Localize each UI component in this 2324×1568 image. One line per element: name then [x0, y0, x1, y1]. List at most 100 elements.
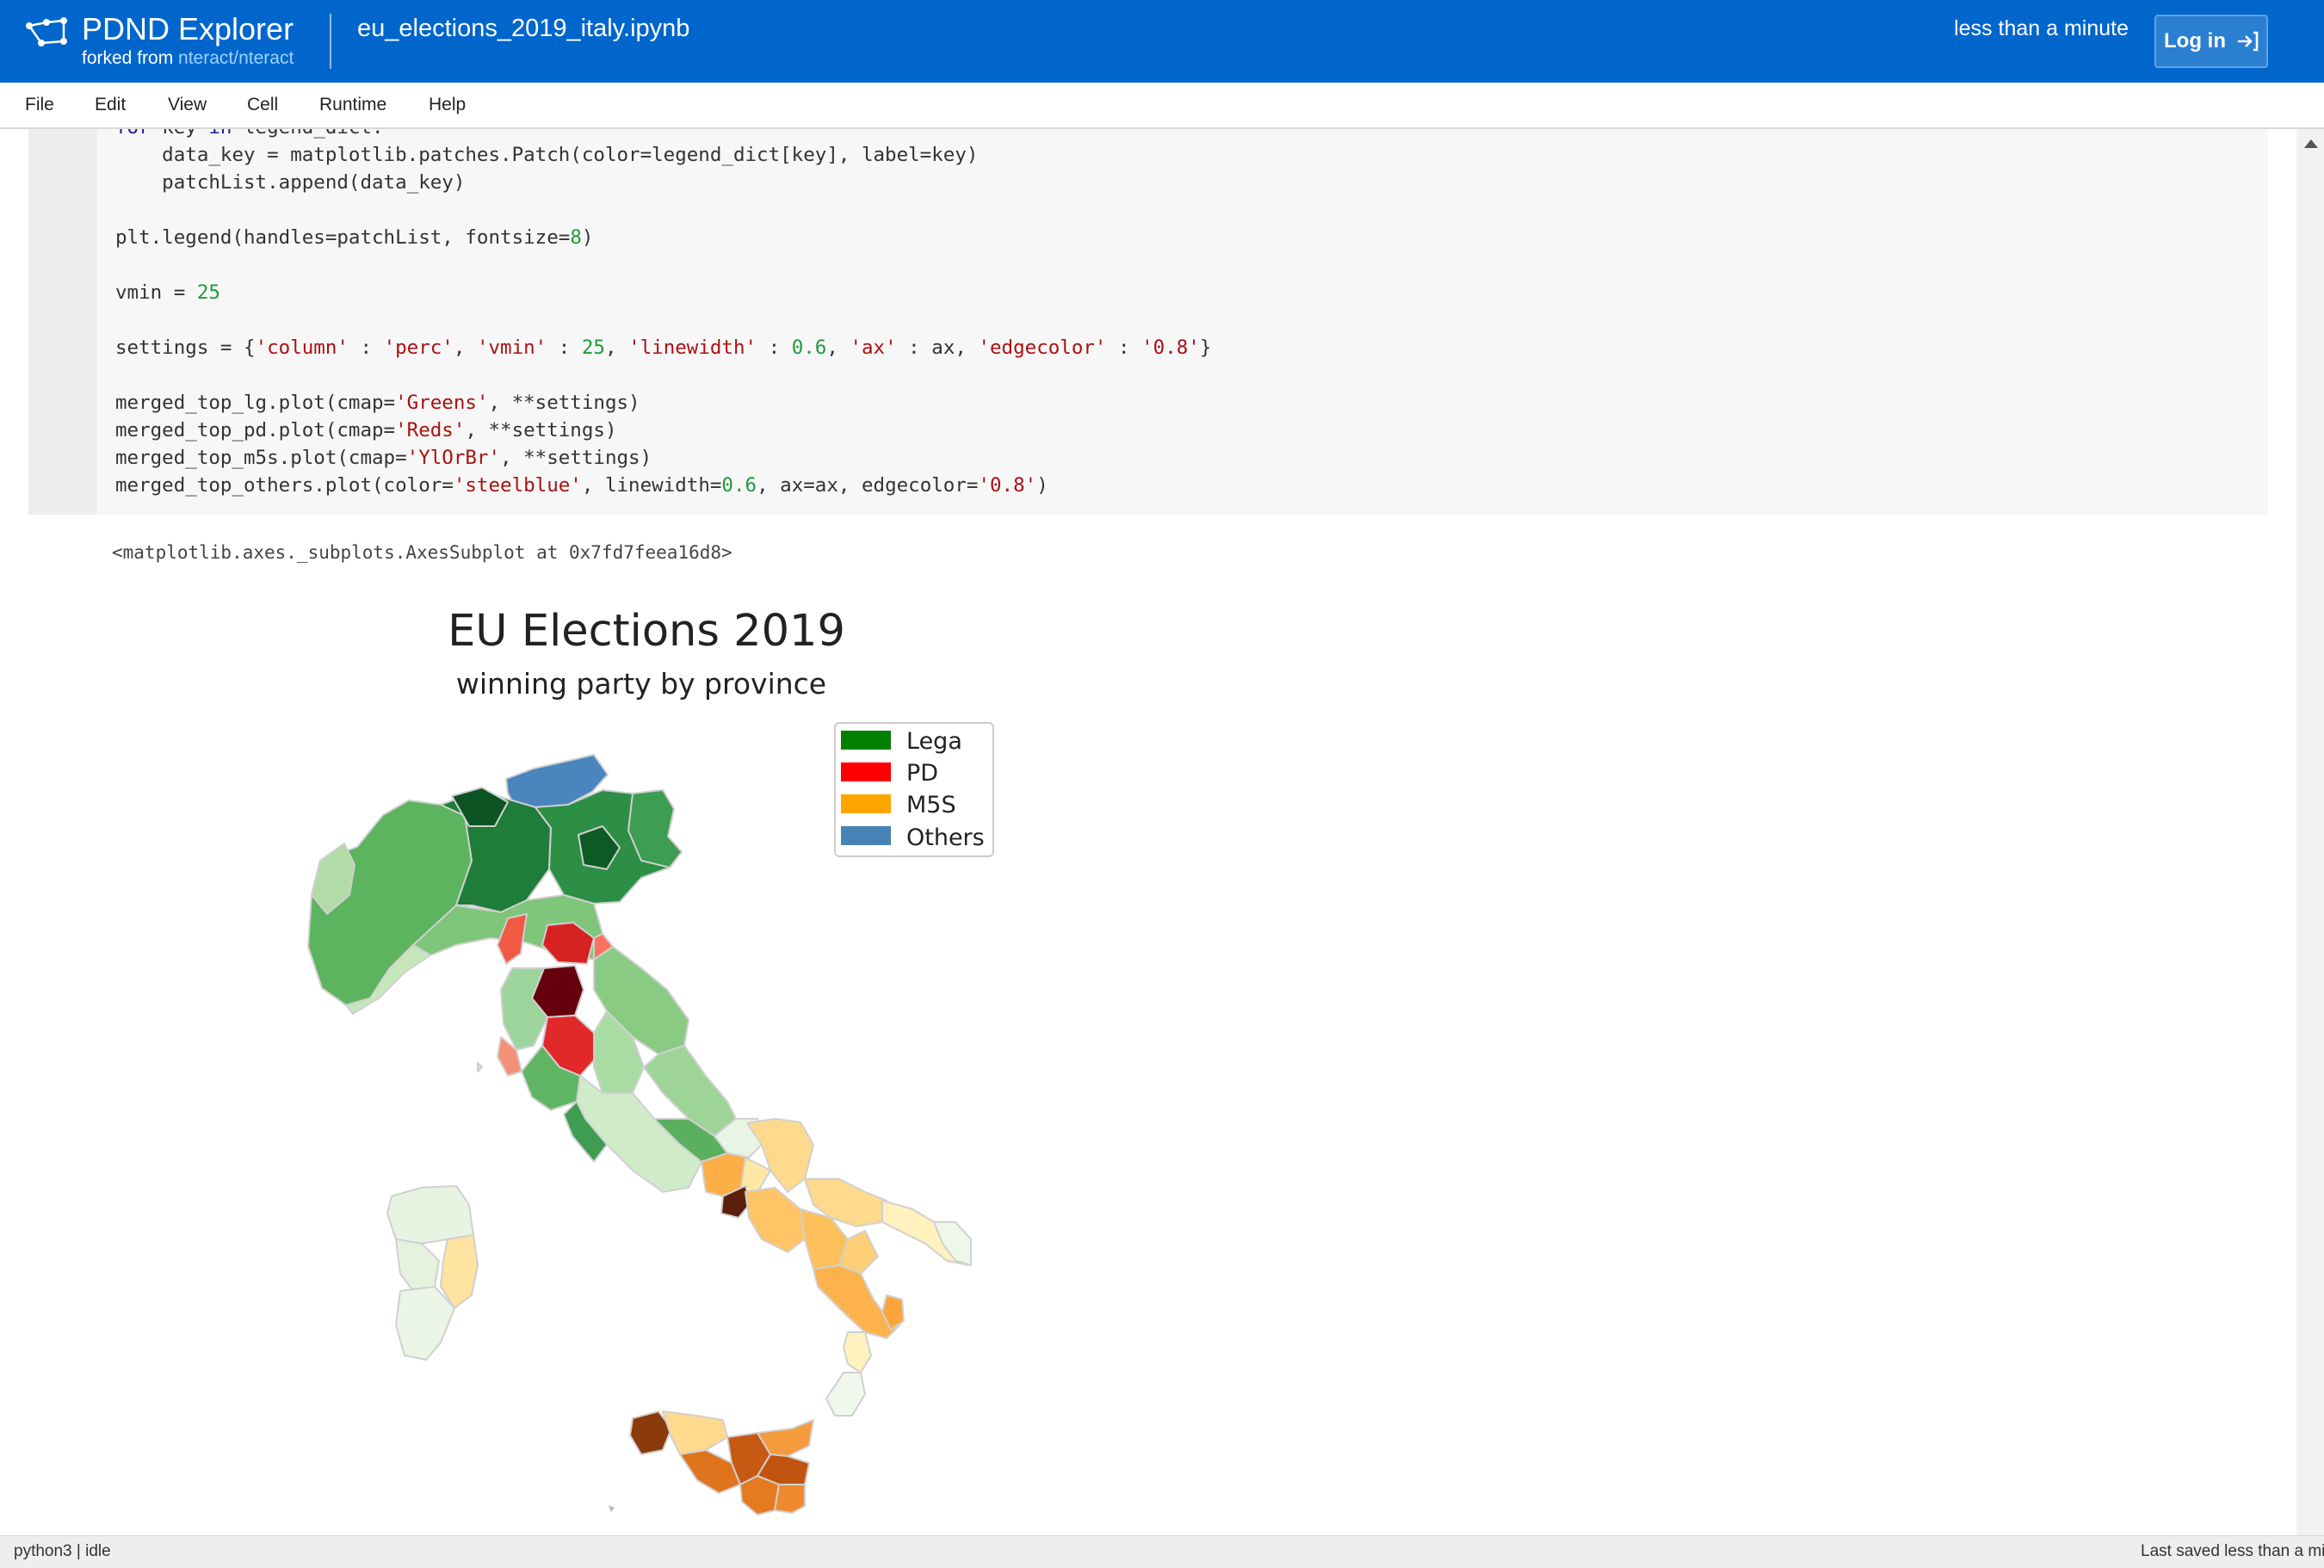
code-token: :: [547, 336, 582, 359]
code-token: for: [115, 129, 151, 139]
code-token: 'linewidth': [628, 336, 757, 359]
code-token: , ax=ax, edgecolor=: [757, 474, 979, 497]
code-token: 'column': [255, 336, 349, 359]
code-token: 'ax': [850, 336, 897, 359]
code-line: patchList.append(data_key): [115, 171, 466, 194]
code-token: :: [1106, 336, 1142, 359]
menu-edit[interactable]: Edit: [95, 83, 126, 127]
menu-view[interactable]: View: [168, 83, 207, 127]
code-token: ): [1036, 474, 1048, 497]
legend-swatch-m5s: [841, 794, 891, 813]
map-region-palermo: [662, 1411, 728, 1455]
notebook-title[interactable]: eu_elections_2019_italy.ipynb: [357, 12, 689, 45]
code-token: '0.8': [1141, 336, 1200, 359]
code-line: merged_top_pd.plot(cmap='Reds', **settin…: [115, 417, 617, 444]
login-arrow-icon: [2237, 31, 2259, 52]
code-token: 25: [581, 336, 605, 359]
cell-output-text: <matplotlib.axes._subplots.AxesSubplot a…: [112, 542, 732, 563]
code-token: key: [162, 129, 197, 139]
code-token: plt.legend(handles=patchList, fontsize=: [115, 226, 571, 249]
code-token: 'edgecolor': [978, 336, 1107, 359]
map-region-sardinia-west: [395, 1238, 440, 1292]
code-token: ,: [826, 336, 850, 359]
login-button[interactable]: Log in: [2154, 15, 2268, 68]
menu-runtime[interactable]: Runtime: [319, 83, 386, 127]
notebook-area: for key in legend_dict: data_key = matpl…: [0, 129, 2296, 1535]
code-line: for key in legend_dict:: [115, 129, 384, 141]
map-region-syracuse: [774, 1484, 806, 1514]
code-token: legend_dict:: [244, 129, 384, 139]
legend-swatch-pd: [841, 762, 891, 781]
figure-subtitle: winning party by province: [456, 667, 826, 701]
scroll-up-arrow-icon[interactable]: [2304, 139, 2318, 148]
output-figure: EU Elections 2019 winning party by provi…: [307, 606, 994, 1516]
code-token: in: [208, 129, 232, 139]
code-token: 25: [196, 281, 220, 304]
nteract-logo-icon: [26, 17, 67, 46]
map-region-sardinia-south: [395, 1286, 455, 1361]
map-region-ragusa: [739, 1475, 780, 1516]
map-region-calabria-south: [825, 1372, 866, 1417]
code-token: merged_top_lg.plot(cmap=: [115, 392, 396, 414]
code-token: 'steelblue': [453, 474, 582, 497]
code-token: }: [1199, 336, 1212, 359]
code-token: merged_top_pd.plot(cmap=: [115, 419, 396, 441]
app-title: PDND Explorer: [82, 11, 294, 46]
map-region-sardinia-north: [386, 1185, 474, 1244]
figure-title: EU Elections 2019: [448, 606, 845, 657]
legend-swatch-others: [841, 826, 891, 845]
forked-prefix: forked from: [82, 48, 174, 68]
legend-label-pd: PD: [906, 760, 938, 787]
code-token: , **settings): [488, 392, 640, 414]
legend-label-lega: Lega: [906, 728, 962, 755]
figure-legend: Lega PD M5S Others: [834, 722, 994, 857]
saved-time: less than a minute: [1954, 16, 2129, 40]
code-token: '0.8': [978, 474, 1037, 497]
map-region-calabria-mid: [843, 1331, 872, 1374]
header-divider: [330, 14, 331, 69]
forked-from: forked from nteract/nteract: [82, 46, 294, 71]
kernel-status: python3 | idle: [14, 1542, 111, 1560]
code-token: vmin =: [115, 281, 197, 304]
code-token: , linewidth=: [581, 474, 722, 497]
menu-file[interactable]: File: [25, 83, 54, 127]
code-token: ,: [604, 336, 629, 359]
code-token: 'vmin': [476, 336, 547, 359]
map-region-islet: [477, 1062, 483, 1072]
map-region-salerno: [745, 1187, 806, 1253]
code-token: 'perc': [383, 336, 454, 359]
status-bar: python3 | idle Last saved less than a mi…: [0, 1535, 2324, 1568]
vertical-scrollbar[interactable]: [2296, 129, 2324, 1535]
legend-label-others: Others: [906, 824, 985, 851]
code-line: merged_top_m5s.plot(cmap='YlOrBr', **set…: [115, 444, 652, 472]
code-token: 'Greens': [395, 392, 489, 414]
menu-cell[interactable]: Cell: [247, 83, 278, 127]
code-token: 'YlOrBr': [406, 447, 501, 469]
code-token: 8: [570, 226, 582, 249]
menu-help[interactable]: Help: [429, 83, 466, 127]
app-header: PDND Explorer forked from nteract/nterac…: [0, 0, 2324, 83]
login-label: Log in: [2164, 29, 2226, 52]
code-token: 0.6: [791, 336, 827, 359]
legend-label-m5s: M5S: [906, 792, 956, 818]
code-token: :: [348, 336, 384, 359]
code-token: : ax,: [896, 336, 979, 359]
code-token: merged_top_others.plot(color=: [115, 474, 454, 497]
code-line: settings = {'column' : 'perc', 'vmin' : …: [115, 334, 1211, 361]
code-line: plt.legend(handles=patchList, fontsize=8…: [115, 224, 593, 251]
code-token: merged_top_m5s.plot(cmap=: [115, 447, 407, 469]
code-line: merged_top_lg.plot(cmap='Greens', **sett…: [115, 389, 640, 417]
code-line: vmin = 25: [115, 279, 220, 306]
code-token: , **settings): [500, 447, 652, 469]
menu-bar: File Edit View Cell Runtime Help: [0, 83, 2324, 129]
code-token: ): [581, 226, 594, 249]
code-token: :: [757, 336, 792, 359]
code-token: ,: [453, 336, 477, 359]
code-token: 'Reds': [395, 419, 466, 441]
last-saved-status: Last saved less than a minute ago: [2141, 1542, 2324, 1560]
cell-gutter[interactable]: [28, 129, 97, 515]
code-cell-editor[interactable]: for key in legend_dict: data_key = matpl…: [97, 129, 2268, 515]
code-line: data_key = matplotlib.patches.Patch(colo…: [115, 144, 979, 166]
code-token: settings = {: [115, 336, 256, 359]
forked-repo-link[interactable]: nteract/nteract: [178, 48, 294, 68]
